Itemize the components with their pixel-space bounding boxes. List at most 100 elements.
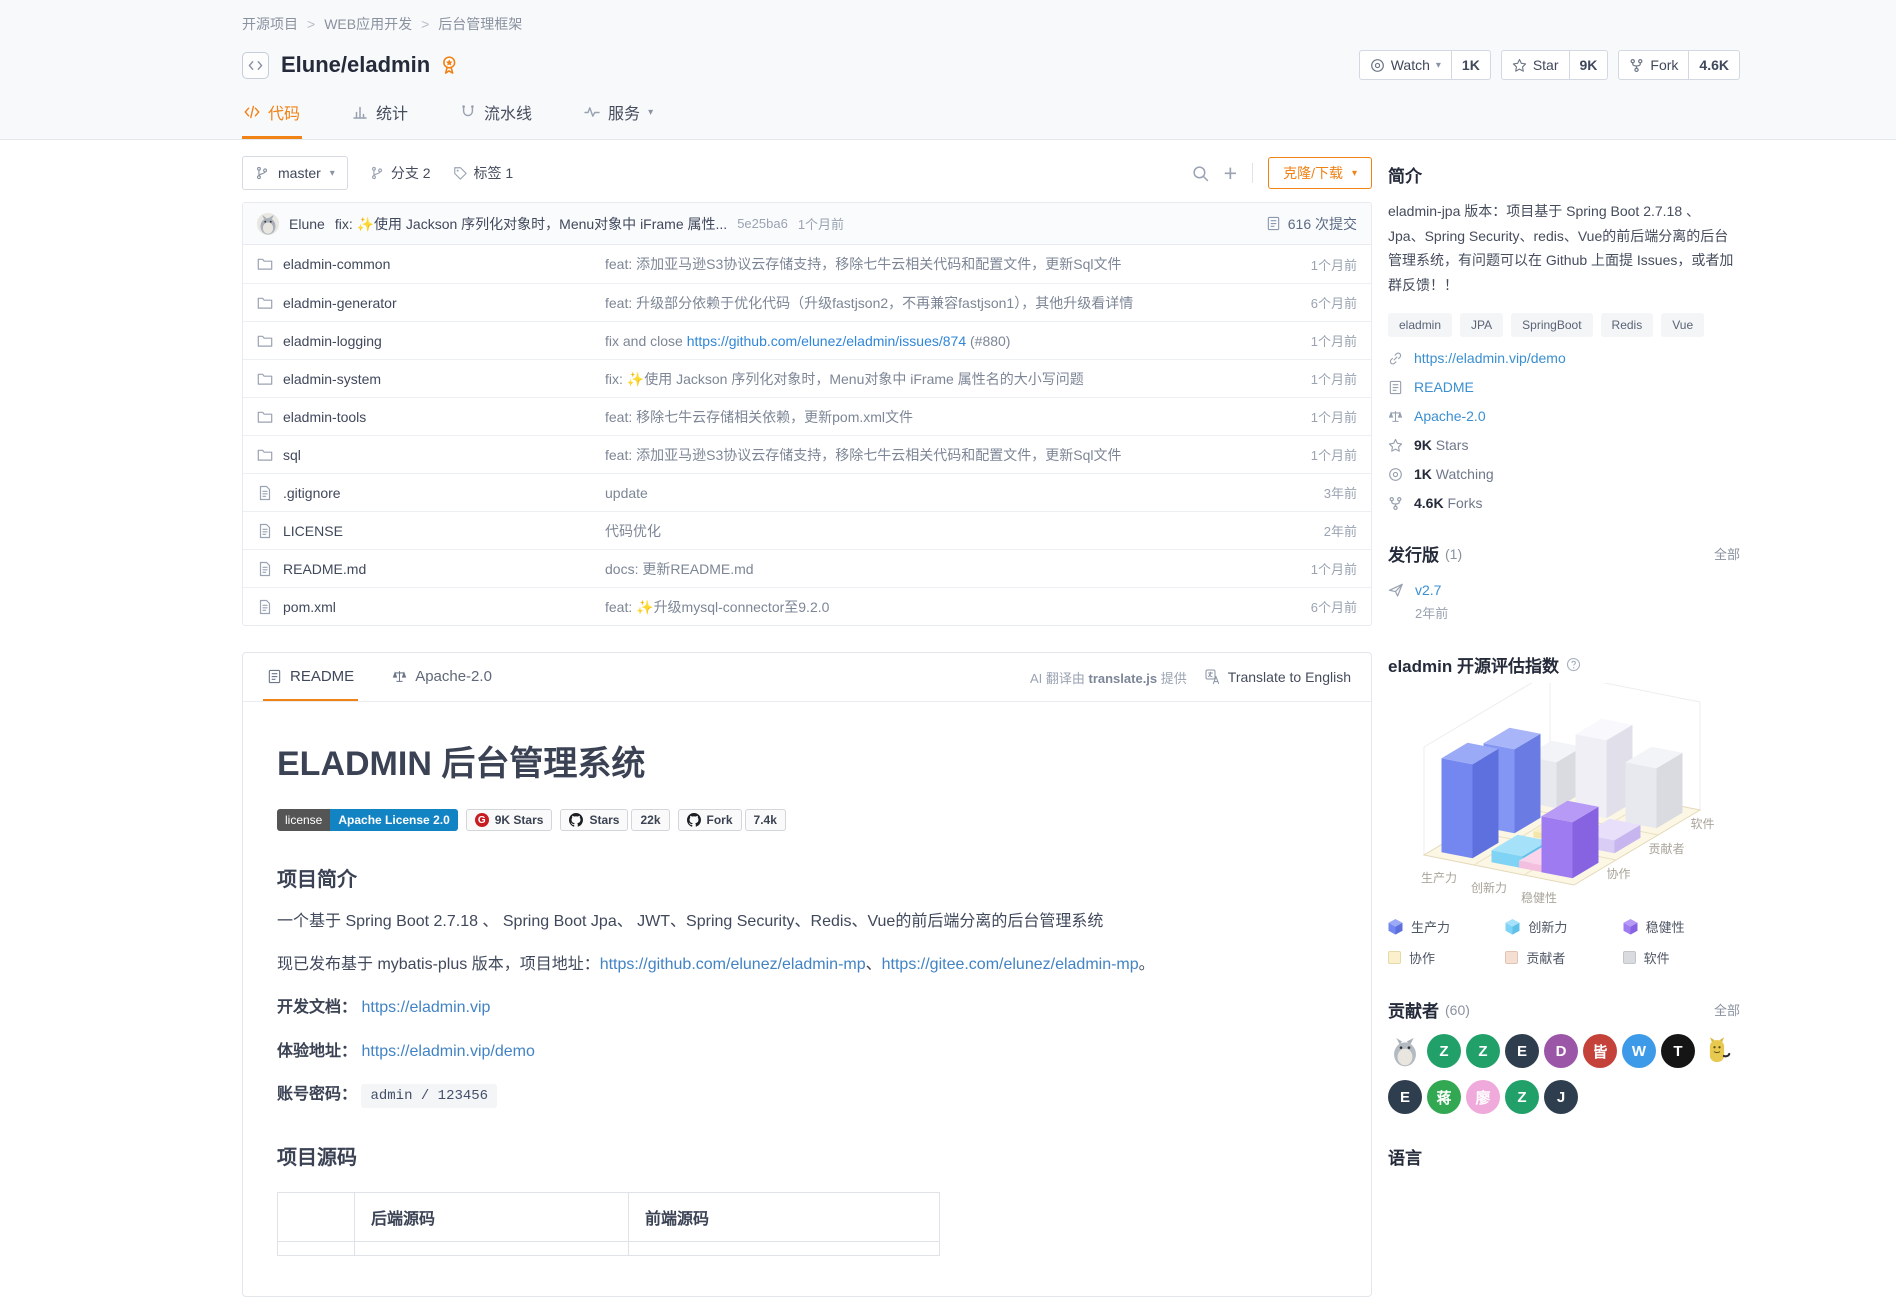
fork-count[interactable]: 4.6K <box>1688 51 1739 79</box>
page-title[interactable]: Elune/eladmin <box>281 52 430 78</box>
issue-link[interactable]: https://github.com/elunez/eladmin/issues… <box>687 333 966 349</box>
avatar[interactable]: E <box>1388 1080 1422 1114</box>
file-icon <box>257 561 273 577</box>
avatar[interactable] <box>1388 1034 1422 1068</box>
stars-count[interactable]: 9K <box>1414 437 1432 453</box>
avatar[interactable]: T <box>1661 1034 1695 1068</box>
folder-icon <box>257 371 273 387</box>
commit-author[interactable]: Elune <box>289 216 325 232</box>
star-button[interactable]: Star 9K <box>1500 50 1609 80</box>
file-name-label: eladmin-system <box>283 370 382 387</box>
website-link[interactable]: https://eladmin.vip/demo <box>1414 350 1566 366</box>
tag-chip[interactable]: JPA <box>1460 313 1504 337</box>
plus-icon[interactable]: + <box>1224 162 1237 185</box>
avatar[interactable] <box>1700 1034 1734 1068</box>
commit-message[interactable]: feat: 移除七牛云存储相关依赖，更新pom.xml文件 <box>605 407 1311 427</box>
file-name[interactable]: README.md <box>257 561 605 577</box>
account-code: admin / 123456 <box>361 1083 498 1108</box>
file-name[interactable]: eladmin-generator <box>257 295 605 311</box>
tab-license[interactable]: Apache-2.0 <box>388 653 496 701</box>
avatar[interactable] <box>257 212 279 235</box>
file-name-label: eladmin-common <box>283 256 391 272</box>
translate-button[interactable]: Translate to English <box>1205 669 1351 685</box>
avatar[interactable]: Z <box>1505 1080 1539 1114</box>
commit-message[interactable]: feat: 添加亚马逊S3协议云存储支持，移除七牛云相关代码和配置文件，更新Sq… <box>605 445 1311 465</box>
readme-link[interactable]: README <box>1414 379 1474 395</box>
forks-count[interactable]: 4.6K <box>1414 495 1444 511</box>
breadcrumb-item[interactable]: 后台管理框架 <box>438 14 522 34</box>
avatar[interactable]: E <box>1505 1034 1539 1068</box>
avatar[interactable]: J <box>1544 1080 1578 1114</box>
file-name[interactable]: LICENSE <box>257 523 605 539</box>
avatar[interactable]: 皆 <box>1583 1034 1617 1068</box>
clone-download-button[interactable]: 克隆/下载 ▾ <box>1268 157 1372 189</box>
releases-all-link[interactable]: 全部 <box>1714 544 1740 563</box>
search-icon[interactable] <box>1192 165 1209 182</box>
github-mp-link[interactable]: https://github.com/elunez/eladmin-mp <box>600 956 866 973</box>
file-name[interactable]: eladmin-logging <box>257 333 605 349</box>
demo-link[interactable]: https://eladmin.vip/demo <box>361 1043 534 1060</box>
commit-message[interactable]: 代码优化 <box>605 521 1324 541</box>
breadcrumb-item[interactable]: 开源项目 <box>242 14 298 34</box>
file-name[interactable]: eladmin-common <box>257 256 605 272</box>
commit-sha[interactable]: 5e25ba6 <box>737 216 788 231</box>
contributors-rows: ZZED皆WTE蒋廖ZJ <box>1388 1034 1740 1114</box>
table-header <box>277 1191 355 1242</box>
license-link[interactable]: Apache-2.0 <box>1414 408 1486 424</box>
avatar[interactable]: W <box>1622 1034 1656 1068</box>
file-name[interactable]: eladmin-tools <box>257 409 605 425</box>
commit-message[interactable]: docs: 更新README.md <box>605 559 1311 579</box>
contributors-all-link[interactable]: 全部 <box>1714 1000 1740 1019</box>
commit-message[interactable]: feat: 添加亚马逊S3协议云存储支持，移除七牛云相关代码和配置文件，更新Sq… <box>605 254 1311 274</box>
avatar[interactable]: 蒋 <box>1427 1080 1461 1114</box>
commits-total-link[interactable]: 616 次提交 <box>1266 214 1357 234</box>
avatar[interactable]: 廖 <box>1466 1080 1500 1114</box>
avatar[interactable]: Z <box>1466 1034 1500 1068</box>
gitee-mp-link[interactable]: https://gitee.com/elunez/eladmin-mp <box>882 956 1139 973</box>
star-count[interactable]: 9K <box>1568 51 1608 79</box>
tag-chip[interactable]: SpringBoot <box>1511 313 1593 337</box>
file-name[interactable]: .gitignore <box>257 485 605 501</box>
watching-count[interactable]: 1K <box>1414 466 1432 482</box>
commit-message[interactable]: feat: ✨升级mysql-connector至9.2.0 <box>605 597 1311 617</box>
fork-button[interactable]: Fork 4.6K <box>1618 50 1740 80</box>
gitee-stars-badge[interactable]: G 9K Stars <box>465 809 553 831</box>
file-name[interactable]: sql <box>257 447 605 463</box>
file-name[interactable]: eladmin-system <box>257 371 605 387</box>
tab-statistics[interactable]: 统计 <box>350 92 410 139</box>
avatar[interactable]: D <box>1544 1034 1578 1068</box>
pipeline-icon <box>462 105 474 117</box>
tab-pipeline[interactable]: 流水线 <box>458 92 534 139</box>
github-fork-badge[interactable]: Fork 7.4k <box>677 809 786 831</box>
branches-link[interactable]: 分支 2 <box>370 163 431 183</box>
github-stars-badge[interactable]: Stars 22k <box>560 809 670 831</box>
commit-message[interactable]: fix: ✨使用 Jackson 序列化对象时，Menu对象中 iFrame 属… <box>605 369 1311 389</box>
medal-icon <box>440 55 461 76</box>
commit-message[interactable]: update <box>605 485 1324 501</box>
breadcrumb-item[interactable]: WEB应用开发 <box>324 14 412 34</box>
tags-link[interactable]: 标签 1 <box>453 163 513 183</box>
tag-chip[interactable]: eladmin <box>1388 313 1453 337</box>
file-name[interactable]: pom.xml <box>257 599 605 615</box>
watch-button[interactable]: Watch ▾ 1K <box>1358 50 1491 80</box>
docs-link[interactable]: https://eladmin.vip <box>361 999 490 1016</box>
intro-heading: 简介 <box>1388 167 1422 186</box>
evaluation-section: eladmin 开源评估指数 生产力 创新力 稳健性 协作 贡献者 软件 生产力 创新力 稳健… <box>1388 652 1740 967</box>
tab-services[interactable]: 服务 ▾ <box>582 92 655 139</box>
watch-count[interactable]: 1K <box>1450 51 1490 79</box>
releases-heading: 发行版 <box>1388 546 1439 565</box>
tag-chip[interactable]: Vue <box>1661 313 1705 337</box>
commit-message[interactable]: fix: ✨使用 Jackson 序列化对象时，Menu对象中 iFrame 属… <box>335 214 727 234</box>
release-version-link[interactable]: v2.7 <box>1415 582 1441 598</box>
question-icon[interactable] <box>1566 657 1581 672</box>
branch-selector[interactable]: master ▾ <box>242 156 348 190</box>
tab-readme[interactable]: README <box>263 653 359 701</box>
tag-list: eladmin JPA SpringBoot Redis Vue <box>1388 313 1740 337</box>
commit-message[interactable]: fix and close https://github.com/elunez/… <box>605 333 1311 349</box>
commit-message[interactable]: feat: 升级部分依赖于优化代码（升级fastjson2，不再兼容fastjs… <box>605 293 1311 313</box>
tab-code[interactable]: 代码 <box>242 92 303 139</box>
cube-swatch-icon <box>1388 918 1403 935</box>
avatar[interactable]: Z <box>1427 1034 1461 1068</box>
tag-chip[interactable]: Redis <box>1600 313 1654 337</box>
license-badge[interactable]: license Apache License 2.0 <box>277 809 458 831</box>
